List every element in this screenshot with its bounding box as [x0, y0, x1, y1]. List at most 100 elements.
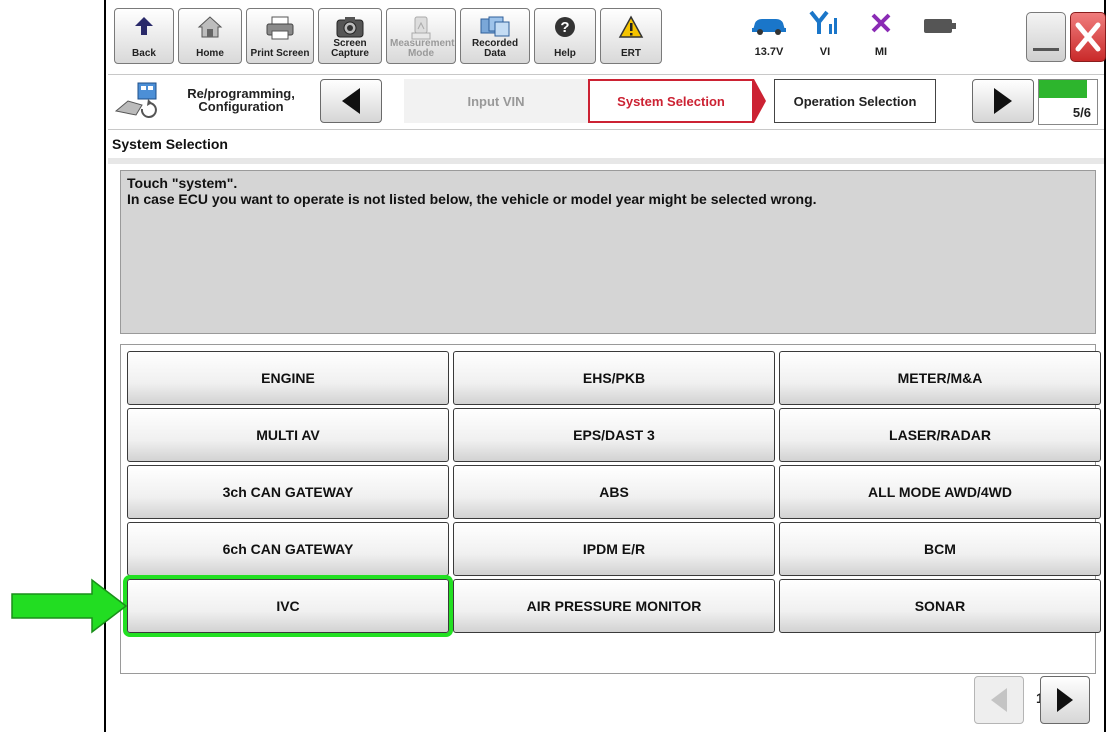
system-button-air-pressure-monitor[interactable]: AIR PRESSURE MONITOR — [453, 579, 775, 633]
close-button[interactable] — [1070, 12, 1106, 62]
system-label: 6ch CAN GATEWAY — [222, 541, 354, 557]
system-label: ABS — [599, 484, 629, 500]
battery-icon — [924, 19, 956, 33]
system-button-eps-dast3[interactable]: EPS/DAST 3 — [453, 408, 775, 462]
system-button-abs[interactable]: ABS — [453, 465, 775, 519]
step-pointer-icon — [754, 79, 766, 123]
system-label: EPS/DAST 3 — [573, 427, 655, 443]
system-button-ivc[interactable]: IVC — [127, 579, 449, 633]
voltage-label: 13.7V — [754, 46, 784, 58]
system-button-ehs-pkb[interactable]: EHS/PKB — [453, 351, 775, 405]
step-forward-button[interactable] — [972, 79, 1034, 123]
system-button-all-mode-awd-4wd[interactable]: ALL MODE AWD/4WD — [779, 465, 1101, 519]
ert-button-label: ERT — [621, 48, 641, 59]
back-arrow-icon — [135, 17, 153, 35]
system-grid: ENGINE EHS/PKB METER/M&A MULTI AV EPS/DA… — [120, 344, 1101, 674]
app-window: Back Home Print Screen Screen Capture Me… — [104, 0, 1106, 732]
ert-button[interactable]: ERT — [600, 8, 662, 64]
top-toolbar: Back Home Print Screen Screen Capture Me… — [108, 0, 1106, 72]
disconnected-x-icon — [871, 13, 891, 33]
minimize-icon — [1033, 48, 1059, 51]
home-icon — [197, 16, 223, 38]
system-button-laser-radar[interactable]: LASER/RADAR — [779, 408, 1101, 462]
system-button-6ch-can-gateway[interactable]: 6ch CAN GATEWAY — [127, 522, 449, 576]
camera-icon — [336, 17, 364, 38]
vi-status: VI — [795, 8, 855, 64]
step-progress: 5/6 — [1038, 79, 1098, 125]
screen-capture-button-label: Screen Capture — [331, 38, 369, 59]
step-operation-selection: Operation Selection — [774, 79, 936, 123]
system-button-ipdm-er[interactable]: IPDM E/R — [453, 522, 775, 576]
instruction-box: Touch "system". In case ECU you want to … — [120, 170, 1096, 334]
progress-fill — [1039, 80, 1088, 98]
header-divider — [108, 158, 1104, 164]
system-label: MULTI AV — [256, 427, 320, 443]
triangle-left-icon — [991, 688, 1007, 712]
svg-text:?: ? — [560, 19, 569, 36]
home-button[interactable]: Home — [178, 8, 242, 64]
step-system-selection-label: System Selection — [617, 93, 725, 109]
system-label: LASER/RADAR — [889, 427, 991, 443]
step-input-vin-label: Input VIN — [467, 93, 525, 109]
measurement-mode-button[interactable]: Measurement Mode — [386, 8, 456, 64]
system-button-sonar[interactable]: SONAR — [779, 579, 1101, 633]
system-button-multi-av[interactable]: MULTI AV — [127, 408, 449, 462]
system-button-bcm[interactable]: BCM — [779, 522, 1101, 576]
mi-label: MI — [874, 46, 888, 58]
system-label: ALL MODE AWD/4WD — [868, 484, 1012, 500]
battery-status — [907, 8, 967, 64]
help-icon: ? — [555, 17, 575, 37]
green-pointer-arrow-icon — [11, 578, 128, 634]
previous-page-button[interactable] — [974, 676, 1024, 724]
help-button[interactable]: ? Help — [534, 8, 596, 64]
measurement-mode-button-label: Measurement Mode — [390, 38, 455, 59]
next-page-button[interactable] — [1040, 676, 1090, 724]
printer-icon — [266, 16, 294, 40]
progress-text: 5/6 — [1072, 105, 1091, 120]
step-back-button[interactable] — [320, 79, 382, 123]
help-button-label: Help — [554, 48, 576, 59]
print-screen-button-label: Print Screen — [250, 48, 310, 59]
mi-status: MI — [851, 8, 911, 64]
system-label: 3ch CAN GATEWAY — [222, 484, 354, 500]
system-button-meter-ma[interactable]: METER/M&A — [779, 351, 1101, 405]
system-label: SONAR — [914, 598, 966, 614]
page-title: System Selection — [112, 136, 228, 152]
triangle-left-icon — [342, 88, 360, 114]
step-input-vin: Input VIN — [404, 79, 588, 123]
signal-icon — [809, 10, 837, 34]
back-button[interactable]: Back — [114, 8, 174, 64]
warning-icon — [618, 15, 644, 38]
system-label: IVC — [276, 598, 300, 614]
system-label: IPDM E/R — [582, 541, 646, 557]
system-label: BCM — [924, 541, 956, 557]
instruction-line-1: Touch "system". — [127, 175, 238, 191]
system-button-3ch-can-gateway[interactable]: 3ch CAN GATEWAY — [127, 465, 449, 519]
minimize-button[interactable] — [1026, 12, 1066, 62]
status-area: 13.7V VI MI — [739, 8, 985, 64]
screen-capture-button[interactable]: Screen Capture — [318, 8, 382, 64]
print-screen-button[interactable]: Print Screen — [246, 8, 314, 64]
reprogramming-icon — [114, 82, 157, 118]
step-system-selection: System Selection — [588, 79, 754, 123]
recorded-data-button[interactable]: Recorded Data — [460, 8, 530, 64]
back-button-label: Back — [132, 48, 156, 59]
system-label: AIR PRESSURE MONITOR — [526, 598, 702, 614]
step-bar: Re/programming, Configuration Input VIN … — [108, 74, 1104, 130]
meter-icon — [411, 16, 431, 40]
close-icon — [1075, 22, 1101, 52]
vi-label: VI — [819, 46, 831, 58]
home-button-label: Home — [196, 48, 224, 59]
system-button-engine[interactable]: ENGINE — [127, 351, 449, 405]
section-label: Re/programming, Configuration — [187, 86, 295, 114]
instruction-line-2: In case ECU you want to operate is not l… — [127, 191, 817, 207]
step-operation-selection-label: Operation Selection — [793, 93, 917, 109]
triangle-right-icon — [1057, 688, 1073, 712]
system-label: METER/M&A — [897, 370, 983, 386]
system-label: ENGINE — [261, 370, 315, 386]
car-icon — [752, 19, 786, 35]
battery-voltage-status: 13.7V — [739, 8, 799, 64]
recorded-data-icon — [480, 16, 510, 37]
recorded-data-button-label: Recorded Data — [471, 38, 519, 59]
triangle-right-icon — [994, 88, 1012, 114]
